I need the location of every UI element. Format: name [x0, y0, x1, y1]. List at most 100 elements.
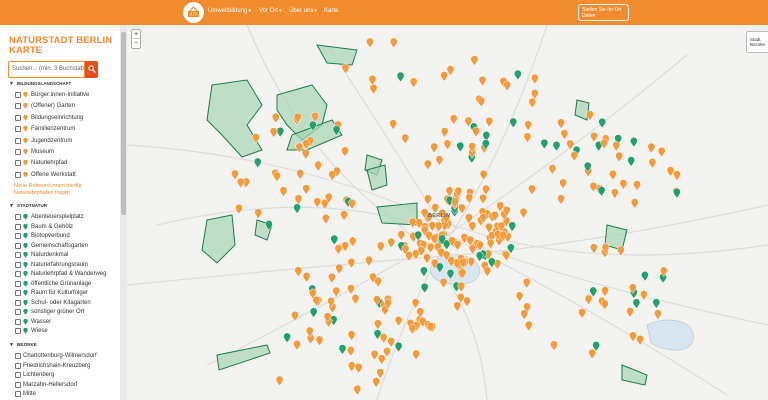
filter-checkbox[interactable]	[15, 252, 21, 258]
green-area-polygon[interactable]	[206, 79, 263, 158]
map-marker[interactable]	[611, 188, 619, 199]
filter-checkbox[interactable]	[15, 280, 21, 287]
map-marker[interactable]	[472, 126, 480, 138]
map-marker[interactable]	[496, 201, 505, 212]
map-marker[interactable]	[453, 301, 462, 312]
filter-checkbox[interactable]	[15, 362, 21, 369]
filter-checkbox[interactable]	[15, 381, 21, 388]
map-marker[interactable]	[627, 156, 635, 167]
map-marker[interactable]	[524, 120, 533, 131]
map-marker[interactable]	[524, 320, 533, 332]
map-marker[interactable]	[348, 236, 357, 248]
map-marker[interactable]	[566, 139, 575, 151]
map-marker[interactable]	[550, 340, 558, 351]
map-marker[interactable]	[456, 292, 465, 304]
map-marker[interactable]	[370, 349, 379, 361]
section-heading[interactable]: ▼ STADTNATUR	[9, 203, 47, 209]
filter-checkbox[interactable]	[15, 160, 21, 167]
map-marker[interactable]	[673, 170, 681, 181]
map-marker[interactable]	[666, 166, 675, 177]
filter-checkbox[interactable]	[15, 309, 21, 315]
map-marker[interactable]	[626, 307, 634, 318]
filter-checkbox[interactable]	[15, 242, 21, 249]
map-marker[interactable]	[366, 37, 374, 49]
map-marker[interactable]	[479, 169, 488, 181]
map-marker[interactable]	[341, 146, 349, 157]
map-marker[interactable]	[483, 266, 492, 277]
map-marker[interactable]	[652, 298, 661, 309]
map-marker[interactable]	[273, 171, 281, 183]
map-marker[interactable]	[485, 116, 494, 128]
filter-checkbox[interactable]	[15, 261, 21, 268]
map-marker[interactable]	[615, 151, 623, 163]
map-marker[interactable]	[557, 118, 565, 129]
map-marker[interactable]	[629, 331, 637, 342]
map-marker[interactable]	[341, 241, 349, 252]
map-marker[interactable]	[630, 198, 639, 209]
map-marker[interactable]	[443, 139, 452, 150]
filter-checkbox[interactable]	[15, 372, 21, 378]
map-marker[interactable]	[584, 294, 593, 306]
map-marker[interactable]	[487, 257, 496, 268]
map-marker[interactable]	[530, 89, 539, 100]
map-marker[interactable]	[374, 276, 382, 288]
map-marker[interactable]	[389, 119, 398, 130]
filter-checkbox[interactable]	[15, 328, 21, 334]
map-marker[interactable]	[423, 159, 432, 171]
map-marker[interactable]	[530, 73, 539, 85]
map-marker[interactable]	[368, 75, 377, 86]
green-area-polygon[interactable]	[574, 99, 590, 121]
sidebar-scrollbar-thumb[interactable]	[121, 32, 126, 215]
map-marker[interactable]	[640, 290, 648, 301]
map-marker[interactable]	[578, 308, 586, 319]
map-marker[interactable]	[519, 207, 528, 219]
map-marker[interactable]	[374, 319, 382, 330]
map-marker[interactable]	[509, 117, 518, 129]
map-marker[interactable]	[353, 384, 362, 396]
map-marker[interactable]	[377, 354, 386, 365]
map-marker[interactable]	[423, 253, 431, 264]
layer-control[interactable]: Stadt Bezirke	[746, 31, 768, 53]
map-marker[interactable]	[372, 377, 381, 388]
map-marker[interactable]	[508, 221, 517, 232]
map-marker[interactable]	[600, 138, 609, 150]
nav-umweltbildung[interactable]: Umweltbildung▾	[208, 8, 251, 14]
map-marker[interactable]	[426, 242, 435, 254]
map-marker[interactable]	[354, 362, 363, 374]
filter-checkbox[interactable]	[15, 103, 21, 110]
map-marker[interactable]	[612, 141, 621, 152]
map-marker[interactable]	[520, 309, 529, 320]
filter-checkbox[interactable]	[15, 214, 21, 220]
map-marker[interactable]	[600, 299, 609, 311]
map-marker[interactable]	[597, 186, 606, 197]
map-marker[interactable]	[609, 169, 617, 181]
site-logo[interactable]	[183, 2, 204, 23]
map-marker[interactable]	[387, 237, 396, 249]
green-area-polygon[interactable]	[201, 214, 236, 264]
nav-ueber-uns[interactable]: Über uns▾	[289, 8, 317, 14]
map-marker[interactable]	[408, 217, 417, 229]
map-marker[interactable]	[560, 129, 569, 140]
map-marker[interactable]	[365, 255, 373, 267]
filter-checkbox[interactable]	[15, 299, 21, 306]
map-marker[interactable]	[338, 344, 347, 355]
map-marker[interactable]	[253, 157, 262, 169]
map-marker[interactable]	[397, 230, 406, 241]
map-marker[interactable]	[346, 346, 355, 357]
map-marker[interactable]	[296, 169, 305, 180]
map-marker[interactable]	[598, 117, 607, 129]
map-marker[interactable]	[654, 309, 662, 320]
map-marker[interactable]	[424, 194, 432, 205]
map-marker[interactable]	[330, 234, 339, 246]
filter-checkbox[interactable]	[15, 137, 21, 144]
map-marker[interactable]	[236, 177, 245, 189]
section-heading[interactable]: ▼ BILDUNGSLANDSCHAFT	[9, 81, 71, 87]
filter-checkbox[interactable]	[15, 271, 21, 277]
map-marker[interactable]	[269, 127, 278, 138]
map-marker[interactable]	[347, 330, 356, 341]
map-marker[interactable]	[630, 137, 638, 148]
map-marker[interactable]	[435, 155, 444, 166]
submit-location-button[interactable]: Stellen Sie Ihr Ort Daten	[578, 4, 629, 21]
green-area-polygon[interactable]	[366, 164, 388, 191]
map-marker[interactable]	[552, 140, 561, 152]
